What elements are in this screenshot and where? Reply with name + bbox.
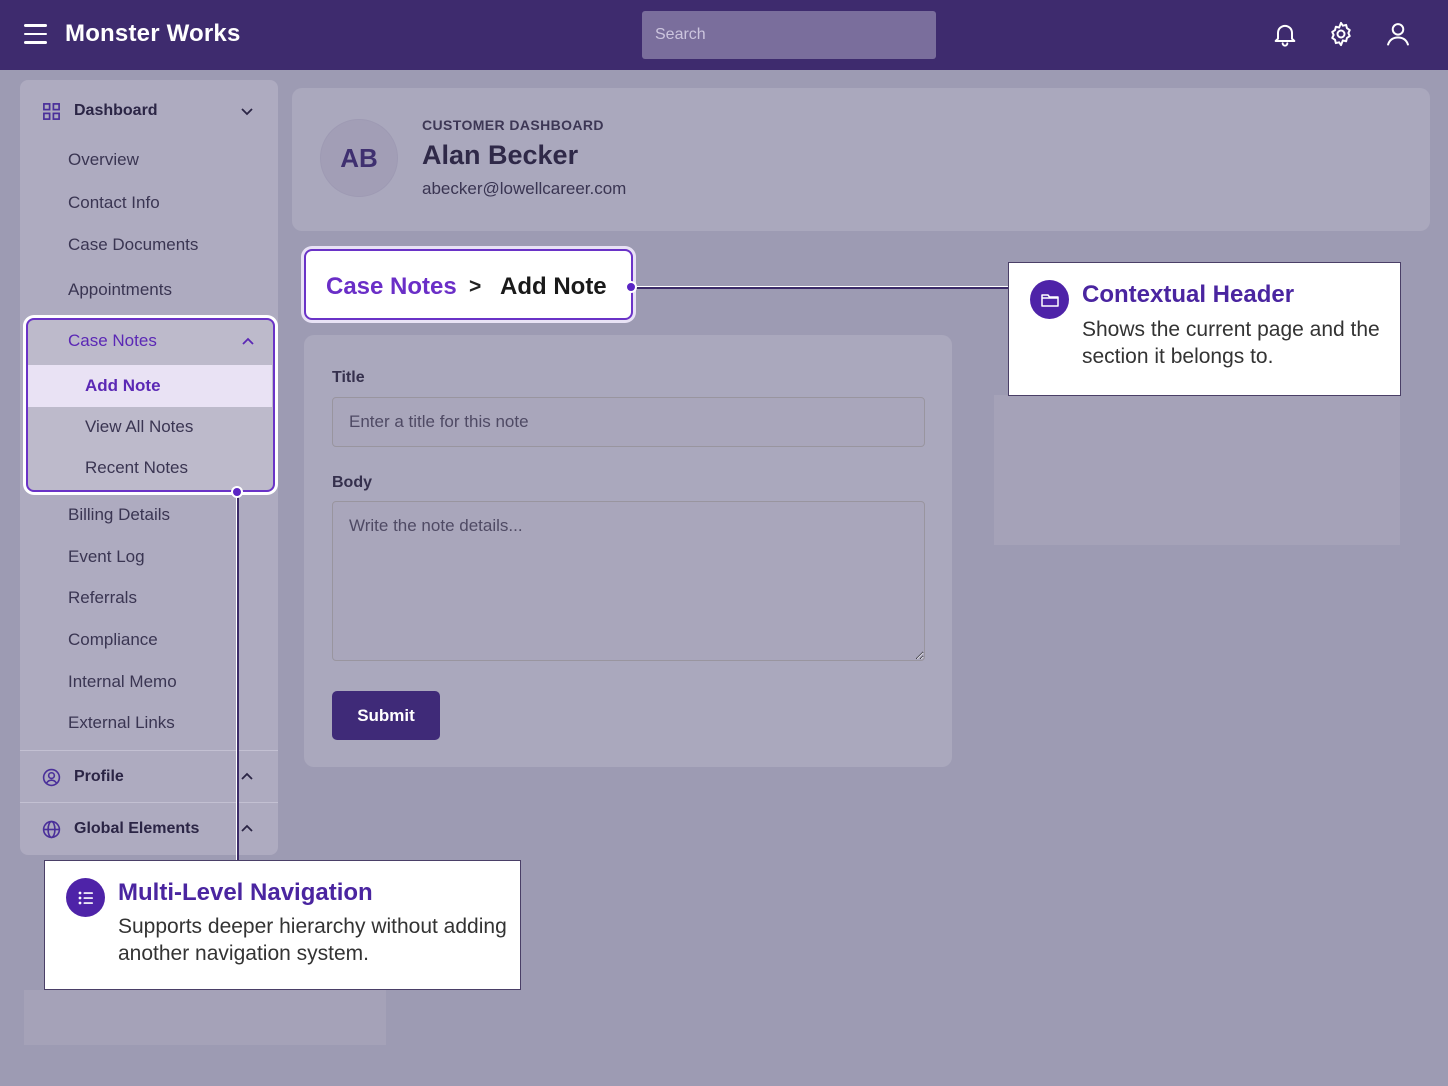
sidebar-item-overview[interactable]: Overview	[68, 150, 139, 170]
sidebar-group-global-elements[interactable]: Global Elements	[20, 803, 278, 853]
sidebar-item-internal-memo[interactable]: Internal Memo	[68, 672, 177, 692]
sidebar-item-compliance[interactable]: Compliance	[68, 630, 158, 650]
breadcrumb-current: Add Note	[500, 273, 607, 300]
sidebar-group-label: Global Elements	[74, 820, 200, 837]
sidebar-item-case-documents[interactable]: Case Documents	[68, 235, 198, 255]
connector-line	[237, 492, 239, 861]
sidebar-item-billing-details[interactable]: Billing Details	[68, 505, 170, 525]
sidebar-item-contact-info[interactable]: Contact Info	[68, 193, 160, 213]
body-textarea[interactable]	[332, 501, 925, 661]
sidebar-subitem-view-all-notes[interactable]: View All Notes	[85, 417, 193, 437]
callout-title: Multi-Level Navigation	[118, 879, 373, 906]
chevron-down-icon[interactable]	[240, 104, 254, 118]
title-input[interactable]	[332, 397, 925, 447]
sidebar-subitem-label: Add Note	[85, 376, 161, 395]
sidebar-subitem-add-note[interactable]: Add Note	[28, 365, 272, 407]
sidebar-group-label: Profile	[74, 768, 124, 785]
sidebar-group-case-notes: Case Notes Add Note View All Notes Recen…	[26, 318, 275, 492]
search-input[interactable]	[642, 11, 936, 59]
profile-icon	[42, 768, 61, 792]
customer-name: Alan Becker	[422, 140, 579, 170]
folder-icon	[1030, 280, 1069, 319]
top-bar: Monster Works	[0, 0, 1448, 70]
chevron-up-icon[interactable]	[241, 335, 255, 349]
sidebar-item-event-log[interactable]: Event Log	[68, 547, 145, 567]
menu-icon[interactable]	[24, 24, 48, 44]
gear-icon[interactable]	[1327, 20, 1355, 48]
app-title: Monster Works	[65, 20, 241, 47]
sidebar-item-appointments[interactable]: Appointments	[68, 280, 172, 300]
avatar: AB	[320, 119, 398, 197]
add-note-form: Title Body Submit	[304, 335, 952, 767]
chevron-up-icon[interactable]	[240, 822, 254, 836]
sidebar-item-referrals[interactable]: Referrals	[68, 588, 137, 608]
connector-line	[633, 287, 1009, 289]
sidebar-group-label: Dashboard	[74, 102, 158, 119]
breadcrumb-parent-link[interactable]: Case Notes	[326, 273, 457, 301]
callout-title: Contextual Header	[1082, 281, 1295, 308]
background-panel	[24, 990, 386, 1045]
sidebar-group-profile[interactable]: Profile	[20, 751, 278, 802]
globe-icon	[42, 820, 61, 844]
user-icon[interactable]	[1384, 20, 1412, 48]
chevron-up-icon[interactable]	[240, 770, 254, 784]
sidebar-item-external-links[interactable]: External Links	[68, 713, 175, 733]
background-panel	[994, 395, 1400, 545]
customer-eyebrow: CUSTOMER DASHBOARD	[422, 117, 604, 133]
connector-dot	[625, 281, 637, 293]
list-icon	[66, 878, 105, 917]
sidebar-subitem-recent-notes[interactable]: Recent Notes	[85, 458, 188, 478]
callout-contextual-header: Contextual Header Shows the current page…	[1009, 263, 1400, 395]
customer-card: AB CUSTOMER DASHBOARD Alan Becker abecke…	[292, 88, 1430, 231]
breadcrumb-separator: >	[469, 275, 482, 298]
grid-icon	[42, 102, 61, 121]
body-label: Body	[332, 474, 372, 491]
sidebar-item-case-notes[interactable]: Case Notes	[68, 331, 157, 351]
submit-button[interactable]: Submit	[332, 691, 440, 740]
connector-dot	[231, 486, 243, 498]
customer-email: abecker@lowellcareer.com	[422, 179, 627, 198]
breadcrumb: Case Notes > Add Note	[304, 249, 633, 320]
sidebar-group-dashboard[interactable]: Dashboard	[20, 80, 278, 142]
callout-body: Shows the current page and the section i…	[1082, 318, 1380, 368]
callout-multi-level-navigation: Multi-Level Navigation Supports deeper h…	[45, 861, 520, 989]
title-label: Title	[332, 369, 365, 386]
callout-body: Supports deeper hierarchy without adding…	[118, 915, 507, 965]
bell-icon[interactable]	[1271, 20, 1299, 48]
